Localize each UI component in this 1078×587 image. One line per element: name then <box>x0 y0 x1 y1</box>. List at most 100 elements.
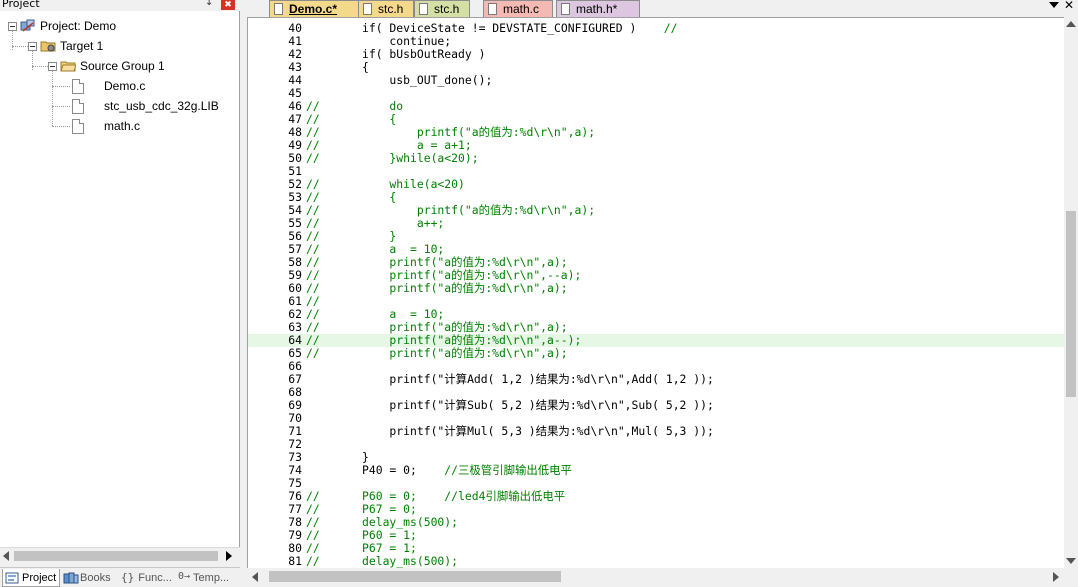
code-body: P67 = 0; <box>362 502 417 516</box>
code-body: printf("a的值为:%d\r\n",--a); <box>362 268 582 282</box>
code-text: printf("a的值为:%d\r\n",a); <box>362 282 567 295</box>
inline-comment: //三极管引脚输出低电平 <box>416 463 572 477</box>
tree-item-source-group[interactable]: Source Group 1 <box>48 57 165 75</box>
tree-item-file[interactable]: math.c <box>72 117 140 135</box>
code-text: delay_ms(500); <box>362 555 458 568</box>
tab-label: math.c <box>503 2 540 16</box>
document-icon <box>419 3 428 15</box>
tab-project[interactable]: Project <box>2 569 60 587</box>
inline-comment: // <box>636 21 678 35</box>
code-line[interactable]: 42 if( bUsbOutReady ) <box>248 48 1064 61</box>
code-line[interactable]: 50// }while(a<20); <box>248 152 1064 165</box>
file-icon <box>72 78 84 94</box>
scrollbar-thumb[interactable] <box>14 551 218 561</box>
code-line[interactable]: 71 printf("计算Mul( 5,3 )结果为:%d\r\n",Mul( … <box>248 425 1064 438</box>
code-text: printf("a的值为:%d\r\n",a); <box>362 346 568 360</box>
code-body: if( DeviceState != DEVSTATE_CONFIGURED ) <box>362 21 637 35</box>
code-line[interactable]: 44 usb_OUT_done(); <box>248 74 1064 87</box>
tab-stc-h-2[interactable]: stc.h <box>414 0 470 17</box>
code-text: printf("计算Mul( 5,3 )结果为:%d\r\n",Mul( 5,3… <box>362 424 714 438</box>
tabs-dropdown-icon[interactable] <box>1049 2 1059 8</box>
code-line[interactable]: 65// printf("a的值为:%d\r\n",a); <box>248 347 1064 360</box>
code-body: while(a<20) <box>362 177 465 191</box>
code-line[interactable]: 81 // delay_ms(500); <box>248 555 1064 568</box>
tab-stc-h[interactable]: stc.h <box>358 0 414 17</box>
tab-math-c[interactable]: math.c <box>483 0 553 17</box>
code-body: { <box>362 112 397 126</box>
code-body: printf("计算Mul( 5,3 )结果为:%d\r\n",Mul( 5,3… <box>362 424 714 438</box>
code-body: printf("a的值为:%d\r\n",a); <box>362 203 596 217</box>
target-folder-icon <box>40 40 56 52</box>
code-line[interactable]: 60// printf("a的值为:%d\r\n",a); <box>248 282 1064 295</box>
collapse-icon[interactable] <box>28 41 37 51</box>
tab-label: Func... <box>138 572 172 584</box>
collapse-icon[interactable] <box>8 21 17 31</box>
tab-label: Books <box>80 572 111 584</box>
comment-prefix: // <box>306 554 320 568</box>
tab-math-h[interactable]: math.h* <box>556 0 640 17</box>
code-body: { <box>362 190 397 204</box>
scrollbar-thumb[interactable] <box>1066 211 1076 397</box>
code-text: usb_OUT_done(); <box>362 74 492 87</box>
code-text: if( bUsbOutReady ) <box>362 48 485 61</box>
code-body: } <box>362 450 369 464</box>
editor-horizontal-scrollbar[interactable] <box>247 568 1078 587</box>
tab-functions[interactable]: {} Func... <box>119 569 175 587</box>
code-body: } <box>362 229 397 243</box>
tree-item-file[interactable]: Demo.c <box>72 77 145 95</box>
templates-icon: 0→ <box>178 571 191 582</box>
pin-icon[interactable]: ↧ <box>205 0 213 9</box>
project-panel: Project ↧ ✖ Project: Demo Target 1 Sourc… <box>0 0 240 587</box>
tree-item-label: math.c <box>104 119 141 133</box>
scroll-up-icon[interactable] <box>1066 21 1076 27</box>
close-panel-icon[interactable]: ✖ <box>221 0 235 10</box>
document-icon <box>363 3 372 15</box>
tab-templates[interactable]: 0→ Temp... <box>176 569 236 587</box>
panel-tab-bar: Project Books {} Func... 0→ Temp... <box>0 567 240 587</box>
tree-item-label: Demo.c <box>104 79 146 93</box>
scrollbar-thumb[interactable] <box>269 571 561 582</box>
books-icon <box>63 571 79 585</box>
tab-label: stc.h <box>378 2 404 16</box>
code-body: printf("计算Add( 1,2 )结果为:%d\r\n",Add( 1,2… <box>362 372 714 386</box>
code-text: printf("计算Sub( 5,2 )结果为:%d\r\n",Sub( 5,2… <box>362 399 713 412</box>
tree-item-label: Source Group 1 <box>80 59 165 73</box>
panel-title-bar: Project ↧ ✖ <box>0 0 240 11</box>
code-line[interactable]: 74 P40 = 0; //三极管引脚输出低电平 <box>248 464 1064 477</box>
code-body: delay_ms(500); <box>362 554 459 568</box>
scroll-down-icon[interactable] <box>1066 558 1076 564</box>
code-body: usb_OUT_done(); <box>362 73 493 87</box>
tree-item-label: Target 1 <box>60 39 104 53</box>
scroll-left-icon[interactable] <box>3 551 9 561</box>
close-editor-icon[interactable]: ✕ <box>1064 0 1074 12</box>
project-tab-icon <box>5 571 19 585</box>
code-body: if( bUsbOutReady ) <box>362 47 486 61</box>
code-text: P40 = 0; //三极管引脚输出低电平 <box>362 464 572 477</box>
document-icon <box>561 3 570 15</box>
tab-label: stc.h <box>434 2 460 16</box>
code-line[interactable]: 67 printf("计算Add( 1,2 )结果为:%d\r\n",Add( … <box>248 373 1064 386</box>
code-body: printf("a的值为:%d\r\n",a); <box>362 255 568 269</box>
code-text: }while(a<20); <box>362 152 478 165</box>
editor-vertical-scrollbar[interactable] <box>1064 17 1078 568</box>
code-text: printf("计算Add( 1,2 )结果为:%d\r\n",Add( 1,2… <box>362 372 714 386</box>
tree-horizontal-scrollbar[interactable] <box>0 547 240 564</box>
tree-item-file[interactable]: stc_usb_cdc_32g.LIB <box>72 97 219 115</box>
file-icon <box>72 98 84 114</box>
tab-label: Temp... <box>193 572 230 584</box>
code-line[interactable]: 69 printf("计算Sub( 5,2 )结果为:%d\r\n",Sub( … <box>248 399 1064 412</box>
scroll-left-icon[interactable] <box>252 572 258 582</box>
code-body: continue; <box>362 34 452 48</box>
collapse-icon[interactable] <box>48 61 57 71</box>
tree-item-project[interactable]: Project: Demo <box>8 17 116 35</box>
project-icon <box>20 19 36 33</box>
tree-item-target[interactable]: Target 1 <box>28 37 103 55</box>
tab-books[interactable]: Books <box>61 569 117 587</box>
code-body: printf("a的值为:%d\r\n",a); <box>362 346 568 360</box>
scroll-right-icon[interactable] <box>1053 572 1059 582</box>
code-editor[interactable]: 40 if( DeviceState != DEVSTATE_CONFIGURED… <box>247 17 1064 568</box>
tab-demo-c[interactable]: Demo.c* <box>269 0 369 17</box>
scroll-right-icon[interactable] <box>226 551 232 561</box>
code-line[interactable]: 72 <box>248 438 1064 451</box>
project-tree[interactable]: Project: Demo Target 1 Source Group 1 De… <box>0 11 240 547</box>
